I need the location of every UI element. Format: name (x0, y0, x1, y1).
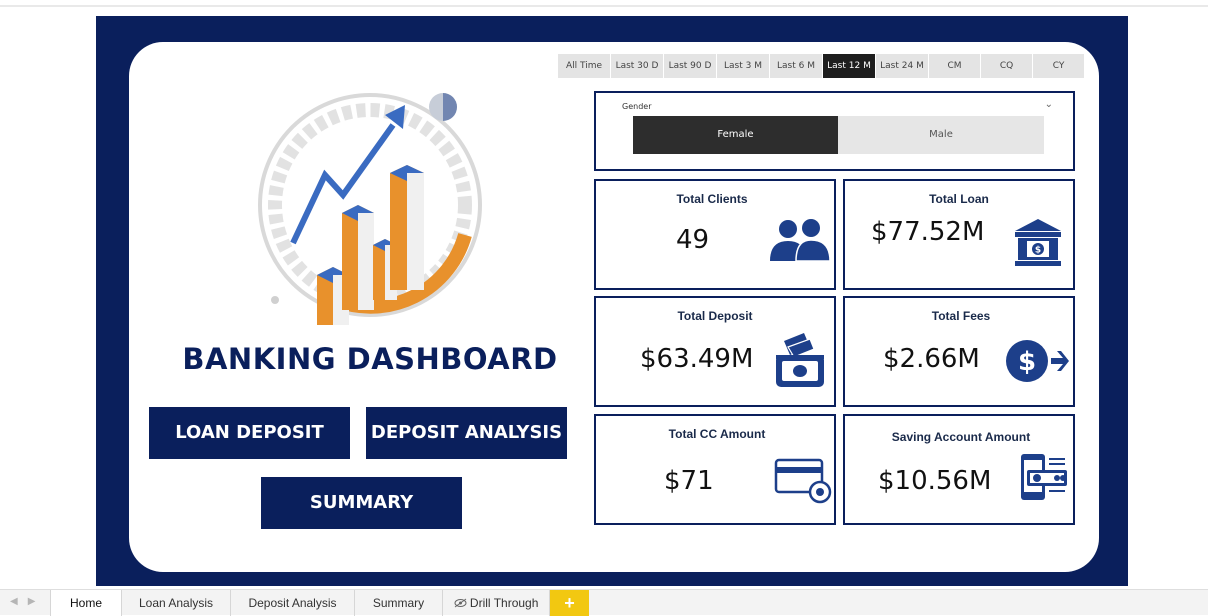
kpi-title: Total Clients (676, 192, 748, 206)
chevron-down-icon[interactable]: ⌄ (1045, 99, 1053, 110)
kpi-card-total-deposit: Total Deposit $63.49M (594, 296, 836, 407)
time-filter-last-6-m[interactable]: Last 6 M (770, 54, 822, 78)
time-filter-last-12-m[interactable]: Last 12 M (823, 54, 875, 78)
tab-drill-through-label: Drill Through (469, 596, 539, 610)
kpi-title: Total CC Amount (668, 427, 766, 441)
top-border (0, 5, 1208, 7)
kpi-value: $10.56M (878, 466, 992, 496)
kpi-value: $71 (664, 466, 714, 496)
kpi-card-total-cc-amount: Total CC Amount $71 (594, 414, 836, 525)
gender-slicer-label: Gender (622, 102, 652, 111)
eye-hidden-icon (454, 598, 467, 608)
deposit-analysis-button[interactable]: DEPOSIT ANALYSIS (366, 407, 567, 459)
tab-loan-analysis[interactable]: Loan Analysis (122, 590, 231, 616)
kpi-card-total-clients: Total Clients 49 (594, 179, 836, 290)
page-tab-bar: ◀▶ Home Loan Analysis Deposit Analysis S… (0, 589, 1208, 616)
time-filter-last-30-d[interactable]: Last 30 D (611, 54, 663, 78)
users-icon (770, 219, 831, 262)
svg-text:$: $ (1018, 347, 1036, 377)
time-filter-all-time[interactable]: All Time (558, 54, 610, 78)
kpi-value: $77.52M (871, 217, 985, 247)
kpi-value: $63.49M (640, 344, 754, 374)
bank-icon: $ (1015, 219, 1061, 266)
kpi-card-total-loan: Total Loan $77.52M $ (843, 179, 1075, 290)
credit-card-icon (774, 458, 832, 504)
tab-scroll-arrows-icon[interactable]: ◀▶ (10, 596, 45, 607)
time-filter-cy[interactable]: CY (1033, 54, 1084, 78)
kpi-value: $2.66M (883, 344, 980, 374)
time-filter-cm[interactable]: CM (929, 54, 980, 78)
kpi-card-saving-account-amount: Saving Account Amount $10.56M (843, 414, 1075, 525)
add-page-button[interactable]: + (550, 590, 589, 616)
mobile-banking-icon (1021, 454, 1067, 500)
cash-deposit-icon (776, 333, 824, 387)
time-filter-cq[interactable]: CQ (981, 54, 1032, 78)
kpi-title: Saving Account Amount (891, 430, 1031, 444)
tab-deposit-analysis[interactable]: Deposit Analysis (231, 590, 355, 616)
gender-option-female[interactable]: Female (633, 116, 838, 154)
kpi-title: Total Deposit (677, 309, 753, 323)
time-filter-bar: All Time Last 30 D Last 90 D Last 3 M La… (558, 54, 1084, 78)
kpi-value: 49 (676, 225, 710, 255)
banking-chart-logo (258, 93, 482, 325)
tab-drill-through[interactable]: Drill Through (443, 590, 550, 616)
time-filter-last-90-d[interactable]: Last 90 D (664, 54, 716, 78)
tab-summary[interactable]: Summary (355, 590, 443, 616)
svg-text:$: $ (1035, 246, 1041, 256)
dashboard-title: BANKING DASHBOARD (182, 342, 558, 376)
kpi-title: Total Loan (929, 192, 989, 206)
tab-home[interactable]: Home (50, 590, 122, 616)
time-filter-last-3-m[interactable]: Last 3 M (717, 54, 769, 78)
summary-button[interactable]: SUMMARY (261, 477, 462, 529)
time-filter-last-24-m[interactable]: Last 24 M (876, 54, 928, 78)
dollar-arrow-icon: $ (1006, 340, 1069, 382)
gender-option-male[interactable]: Male (838, 116, 1044, 154)
gender-slicer: Gender ⌄ Female Male (594, 91, 1075, 171)
loan-deposit-button[interactable]: LOAN DEPOSIT (149, 407, 350, 459)
kpi-title: Total Fees (931, 309, 991, 323)
kpi-card-total-fees: Total Fees $2.66M $ (843, 296, 1075, 407)
